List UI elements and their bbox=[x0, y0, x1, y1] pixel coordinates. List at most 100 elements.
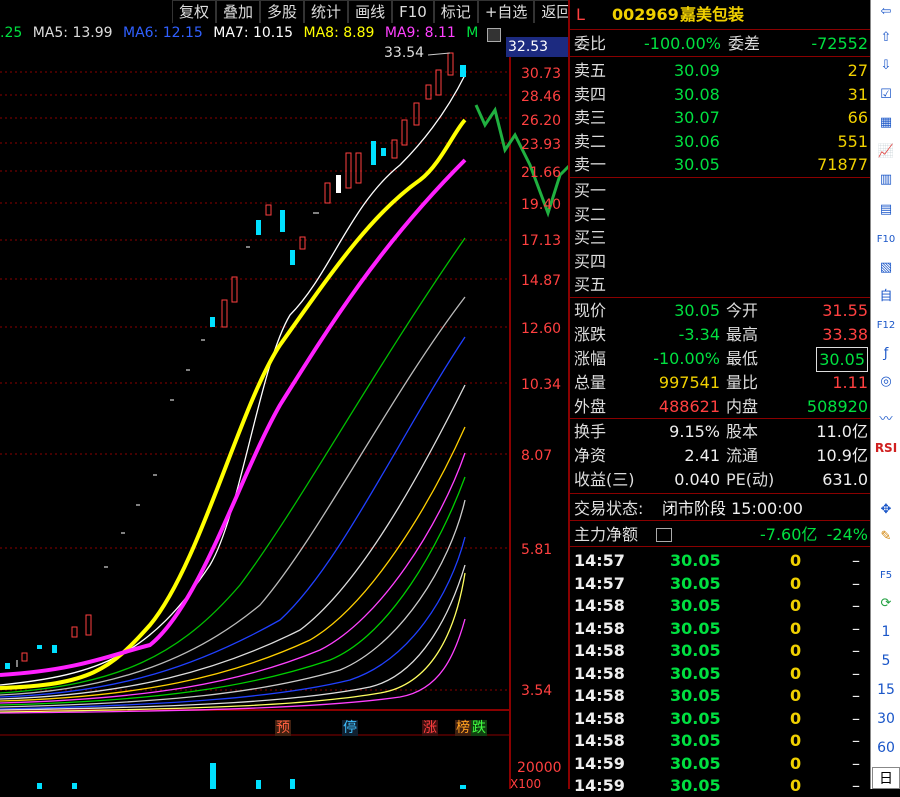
trade-dash: – bbox=[852, 551, 860, 570]
stat-value-2: 11.0亿 bbox=[816, 422, 868, 441]
price-tick: 23.93 bbox=[521, 137, 562, 153]
price-tick: 14.87 bbox=[521, 273, 562, 289]
trade-volume: 0 bbox=[790, 686, 802, 705]
stat-label-2: 流通 bbox=[726, 446, 759, 465]
candle-chart-icon[interactable]: ▥ bbox=[876, 170, 896, 190]
f12-icon[interactable]: F12 bbox=[876, 316, 896, 336]
ma-legend: .25 MA5: 13.99 MA6: 12.15 MA7: 10.15 MA8… bbox=[0, 25, 506, 45]
stat-row: 总量 997541 量比 1.11 bbox=[570, 371, 870, 394]
toolbar-button-6[interactable]: 标记 bbox=[433, 0, 478, 23]
period-button-日[interactable]: 日 bbox=[872, 767, 900, 789]
collapse-icon[interactable] bbox=[487, 28, 501, 42]
self-select-icon[interactable]: 自 bbox=[876, 287, 896, 307]
back-arrow-icon[interactable]: ⇦ bbox=[876, 2, 896, 22]
bid-row[interactable]: 买一 bbox=[570, 179, 870, 202]
toolbar-button-1[interactable]: 叠加 bbox=[216, 0, 261, 23]
ask-label: 卖五 bbox=[574, 61, 607, 80]
f5-icon[interactable]: F5 bbox=[876, 566, 896, 586]
bid-label: 买五 bbox=[574, 275, 607, 294]
toolbar-button-7[interactable]: +自选 bbox=[477, 0, 535, 23]
trade-time: 14:58 bbox=[574, 731, 625, 750]
event-marker-跌[interactable]: 跌 bbox=[471, 720, 487, 736]
stat-value: 997541 bbox=[658, 373, 720, 392]
list-icon[interactable] bbox=[656, 528, 672, 542]
ask-volume: 551 bbox=[837, 131, 868, 151]
ask-row[interactable]: 卖二 30.06 551 bbox=[570, 130, 870, 153]
price-tick: 26.20 bbox=[521, 113, 562, 129]
event-marker-榜[interactable]: 榜 bbox=[455, 720, 471, 736]
trade-price: 30.05 bbox=[670, 573, 721, 593]
ask-row[interactable]: 卖一 30.05 71877 bbox=[570, 153, 870, 176]
toolbar-button-0[interactable]: 复权 bbox=[172, 0, 217, 23]
trade-status-row: 交易状态: 闭市阶段 15:00:00 bbox=[570, 497, 870, 520]
trade-time: 14:58 bbox=[574, 641, 625, 660]
toolbar-button-2[interactable]: 多股 bbox=[260, 0, 305, 23]
pencil-icon[interactable]: ✎ bbox=[876, 527, 896, 547]
stat-value-2: 30.05 bbox=[816, 347, 868, 372]
stat-label: 总量 bbox=[574, 373, 607, 392]
trade-dash: – bbox=[852, 686, 860, 705]
ma4-value: .25 bbox=[0, 25, 23, 41]
f10-icon[interactable]: F10 bbox=[876, 230, 896, 250]
event-marker-预[interactable]: 预 bbox=[275, 720, 291, 736]
bid-row[interactable]: 买三 bbox=[570, 226, 870, 249]
down-arrow-icon[interactable]: ⇩ bbox=[876, 56, 896, 76]
main-flow-row[interactable]: 主力净额 -7.60亿 -24% bbox=[570, 523, 870, 546]
event-marker-停[interactable]: 停 bbox=[342, 720, 358, 736]
stat-value: 9.15% bbox=[669, 422, 720, 441]
trade-price: 30.05 bbox=[670, 641, 721, 660]
kline-chart[interactable] bbox=[0, 45, 568, 789]
period-button-60[interactable]: 60 bbox=[871, 740, 900, 756]
up-arrow-icon[interactable]: ⇧ bbox=[876, 28, 896, 48]
trade-dash: – bbox=[852, 753, 860, 773]
ask-row[interactable]: 卖五 30.09 27 bbox=[570, 59, 870, 82]
stat-label: 净资 bbox=[574, 446, 607, 465]
trade-row: 14:58 30.05 0 – bbox=[570, 707, 870, 730]
rsi-button[interactable]: RSI bbox=[871, 441, 900, 455]
report-icon[interactable]: ▧ bbox=[876, 258, 896, 278]
bid-row[interactable]: 买二 bbox=[570, 203, 870, 226]
wave-icon[interactable]: 〰 bbox=[876, 410, 896, 430]
trade-time: 14:58 bbox=[574, 663, 625, 683]
period-button-1[interactable]: 1 bbox=[871, 624, 900, 640]
main-flow-label: 主力净额 bbox=[574, 525, 639, 544]
trade-time: 14:58 bbox=[574, 618, 625, 638]
toolbar-button-5[interactable]: F10 bbox=[392, 0, 434, 23]
ask-price: 30.06 bbox=[674, 131, 720, 151]
grid-icon[interactable]: ▦ bbox=[876, 113, 896, 133]
ask-label: 卖一 bbox=[574, 155, 607, 174]
period-button-30[interactable]: 30 bbox=[871, 711, 900, 727]
line-chart-icon[interactable]: 📈 bbox=[876, 142, 896, 162]
weibi-value: -100.00% bbox=[644, 34, 721, 53]
checklist-icon[interactable]: ☑ bbox=[876, 85, 896, 105]
stat-value: 488621 bbox=[658, 397, 720, 416]
circle-icon[interactable]: ◎ bbox=[876, 372, 896, 392]
move-icon[interactable]: ✥ bbox=[876, 500, 896, 520]
event-marker-涨[interactable]: 涨 bbox=[422, 720, 438, 736]
stat-label: 收益(三) bbox=[574, 470, 635, 489]
price-tick: 5.81 bbox=[521, 542, 553, 558]
formula-icon[interactable]: ƒ bbox=[876, 344, 896, 364]
quote-panel: L 002969 嘉美包装 委比 -100.00% 委差 -72552 卖五 3… bbox=[568, 0, 872, 795]
toolbar-button-3[interactable]: 统计 bbox=[304, 0, 349, 23]
trade-time: 14:58 bbox=[574, 708, 625, 728]
period-button-5[interactable]: 5 bbox=[871, 653, 900, 669]
stat-label: 涨幅 bbox=[574, 349, 607, 368]
trade-price: 30.05 bbox=[670, 618, 721, 638]
refresh-icon[interactable]: ⟳ bbox=[876, 594, 896, 614]
ask-row[interactable]: 卖四 30.08 31 bbox=[570, 83, 870, 106]
bid-row[interactable]: 买五 bbox=[570, 273, 870, 296]
trade-row: 14:57 30.05 0 – bbox=[570, 549, 870, 572]
trade-time: 14:59 bbox=[574, 753, 625, 773]
ma6-value: MA6: 12.15 bbox=[122, 25, 203, 41]
price-tick: 21.66 bbox=[521, 165, 562, 181]
toolbar-button-4[interactable]: 画线 bbox=[348, 0, 393, 23]
trade-dash: – bbox=[852, 708, 860, 728]
bid-row[interactable]: 买四 bbox=[570, 250, 870, 273]
price-tick: 30.73 bbox=[521, 66, 562, 82]
list-view-icon[interactable]: ▤ bbox=[876, 200, 896, 220]
trade-row: 14:58 30.05 0 – bbox=[570, 662, 870, 685]
bid-label: 买三 bbox=[574, 228, 607, 247]
ask-row[interactable]: 卖三 30.07 66 bbox=[570, 106, 870, 129]
period-button-15[interactable]: 15 bbox=[871, 682, 900, 698]
